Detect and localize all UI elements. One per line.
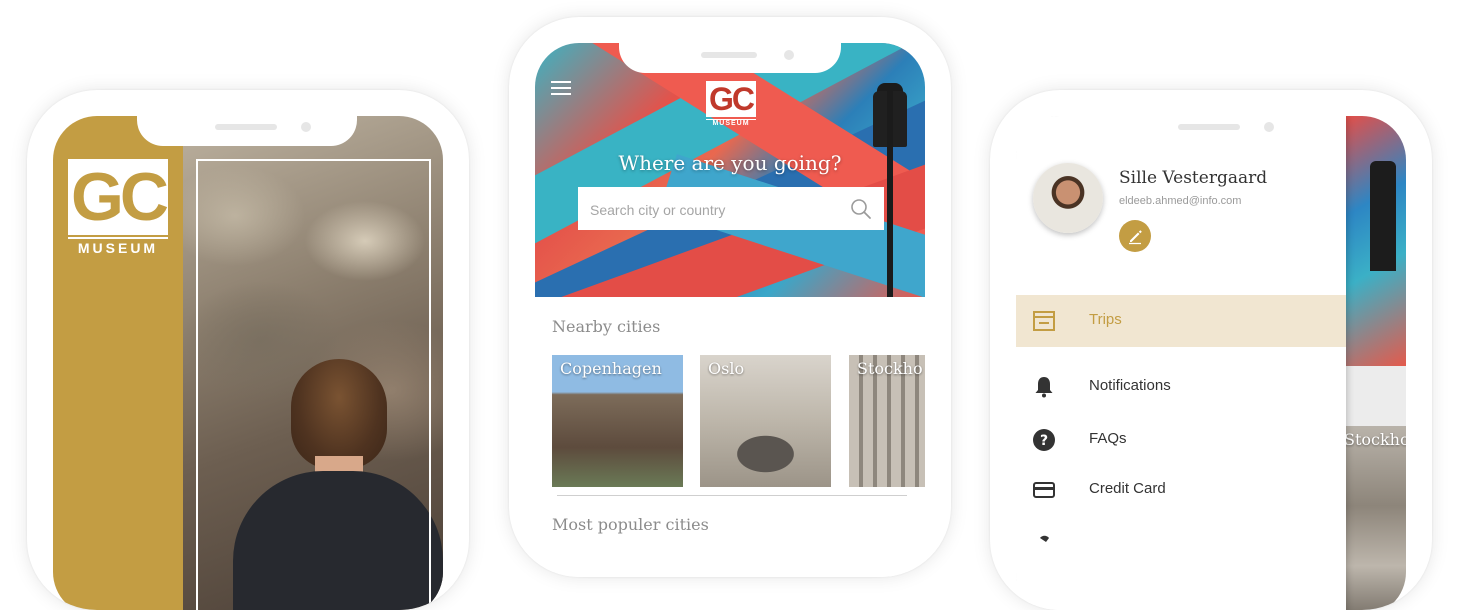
- home-screen: GC MUSEUM Where are you going? Nearby ci…: [535, 43, 925, 577]
- front-camera: [784, 50, 794, 60]
- app-logo: GC MUSEUM: [706, 81, 756, 133]
- edit-profile-button[interactable]: [1119, 220, 1151, 252]
- phone-notch: [1100, 116, 1324, 146]
- street-lamp: [1370, 161, 1396, 271]
- city-card-oslo[interactable]: Oslo: [700, 355, 831, 487]
- section-divider: [557, 495, 907, 496]
- menu-item-credit-card[interactable]: Credit Card: [1016, 464, 1346, 516]
- lamp-post: [887, 83, 893, 297]
- painting-frame: [196, 159, 431, 610]
- user-email: eldeeb.ahmed@info.com: [1119, 195, 1242, 207]
- pencil-icon: [1129, 230, 1142, 245]
- phone-splash: GC MUSEUM: [27, 90, 469, 610]
- phone-notch: [137, 116, 357, 146]
- front-camera: [301, 122, 311, 132]
- city-card-copenhagen[interactable]: Copenhagen: [552, 355, 683, 487]
- navigation-drawer: Sille Vestergaard eldeeb.ahmed@info.com …: [1016, 116, 1346, 610]
- menu-item-label: FAQs: [1089, 430, 1127, 447]
- city-card-stockholm[interactable]: Stockho: [849, 355, 925, 487]
- trips-icon: [1033, 311, 1055, 331]
- menu-item-label: Credit Card: [1089, 480, 1166, 497]
- menu-item-more[interactable]: [1016, 516, 1346, 568]
- splash-screen: GC MUSEUM: [53, 116, 443, 610]
- background-search-peek: [1346, 366, 1406, 426]
- menu-item-notifications[interactable]: Notifications: [1016, 361, 1346, 413]
- magnifier-icon[interactable]: [850, 198, 872, 220]
- background-city-card-peek: Stockho: [1344, 426, 1406, 610]
- city-name: Stockho: [857, 359, 923, 378]
- menu-item-icon: [1040, 535, 1049, 542]
- user-name: Sille Vestergaard: [1119, 168, 1268, 188]
- speaker-grille: [701, 52, 757, 58]
- menu-item-label: Notifications: [1089, 377, 1171, 394]
- phone-menu: Stockho Sille Vestergaard eldeeb.ahmed@i…: [990, 90, 1432, 610]
- speaker-grille: [215, 124, 277, 130]
- logo-letters: GC: [706, 81, 756, 117]
- credit-card-icon: [1033, 482, 1055, 498]
- front-camera: [1264, 122, 1274, 132]
- nearby-section-title: Nearby cities: [552, 317, 661, 336]
- phone-notch: [619, 43, 841, 73]
- svg-text:?: ?: [1040, 433, 1048, 449]
- menu-item-trips[interactable]: Trips: [1016, 295, 1346, 347]
- menu-item-faqs[interactable]: ? FAQs: [1016, 414, 1346, 466]
- phone-home: GC MUSEUM Where are you going? Nearby ci…: [509, 17, 951, 577]
- city-name: Stockho: [1344, 430, 1406, 449]
- menu-item-label: Trips: [1089, 311, 1122, 328]
- help-circle-icon: ?: [1033, 429, 1055, 451]
- menu-screen: Stockho Sille Vestergaard eldeeb.ahmed@i…: [1016, 116, 1406, 610]
- city-name: Oslo: [708, 359, 745, 378]
- hamburger-menu-icon[interactable]: [551, 81, 571, 95]
- app-logo-large: GC MUSEUM: [68, 159, 169, 259]
- search-input[interactable]: [588, 187, 842, 232]
- popular-section-title: Most populer cities: [552, 515, 709, 534]
- hero-headline: Where are you going?: [618, 151, 842, 175]
- bell-icon: [1035, 377, 1053, 398]
- city-name: Copenhagen: [560, 359, 662, 378]
- logo-subtitle: MUSEUM: [706, 119, 756, 127]
- speaker-grille: [1178, 124, 1240, 130]
- logo-letters: GC: [68, 159, 169, 235]
- logo-subtitle: MUSEUM: [68, 237, 168, 256]
- avatar[interactable]: [1033, 163, 1103, 233]
- search-bar[interactable]: [578, 187, 884, 232]
